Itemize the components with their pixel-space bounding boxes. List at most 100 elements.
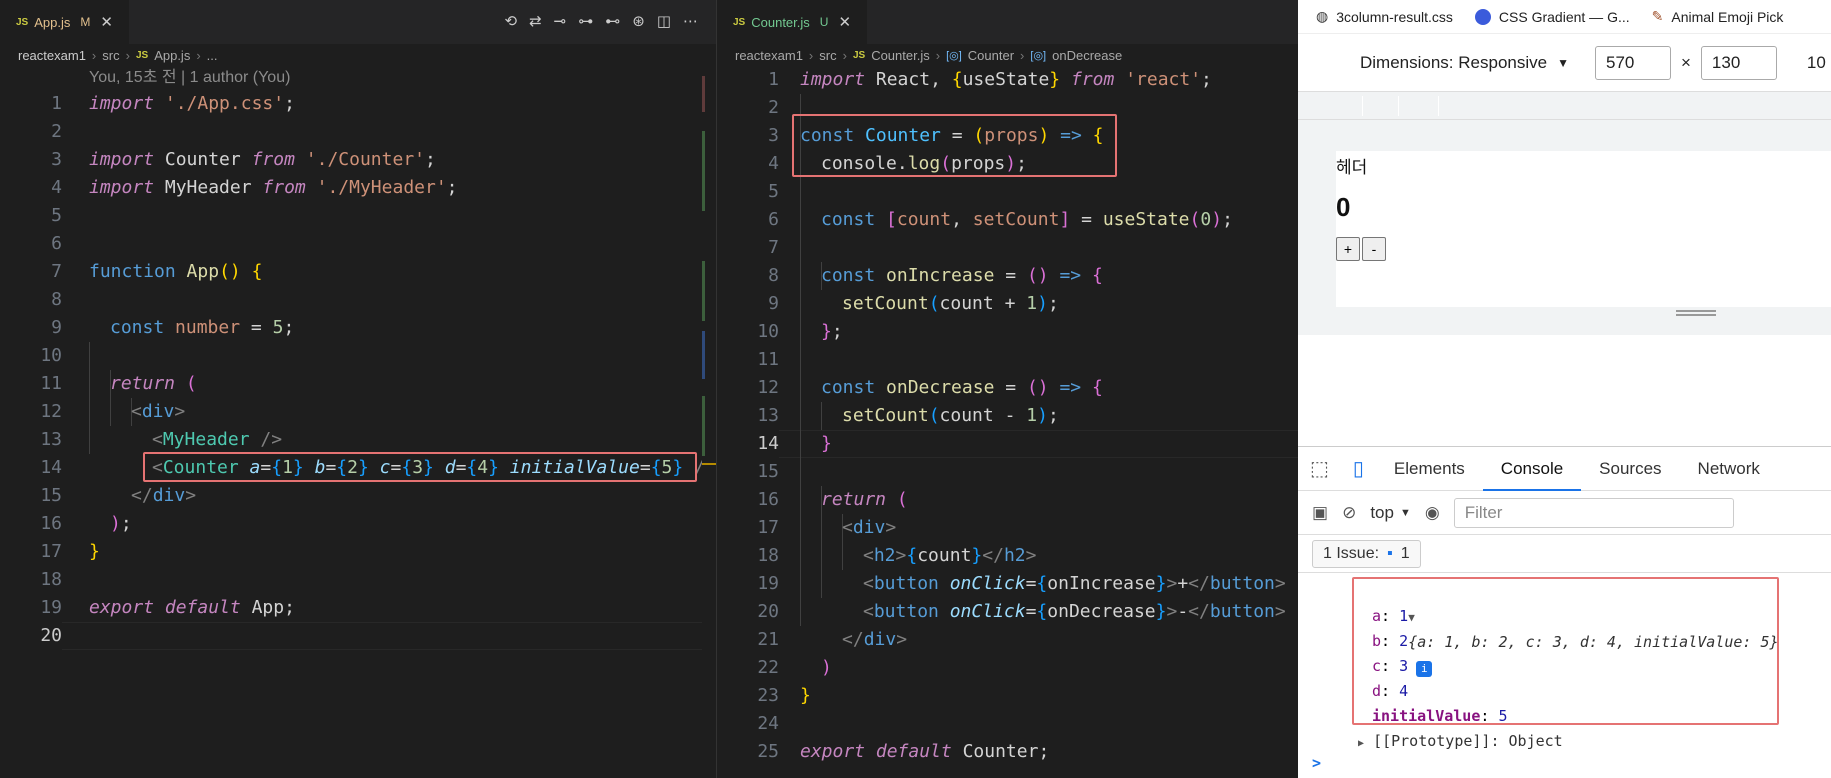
devtools-tabs: ⬚ ▯ Elements Console Sources Network — [1298, 447, 1831, 491]
code-line: }; — [821, 321, 843, 342]
sidebar-toggle-icon[interactable]: ▣ — [1312, 503, 1328, 523]
close-icon[interactable]: ✕ — [100, 13, 113, 31]
dimensions-select[interactable]: Dimensions: Responsive — [1360, 53, 1547, 73]
bookmark-item[interactable]: ✎ Animal Emoji Pick — [1652, 8, 1784, 25]
eye-icon[interactable]: ◉ — [1425, 503, 1440, 523]
bookmark-item[interactable]: ◍ 3column-result.css — [1316, 8, 1453, 25]
caret-down-icon[interactable]: ▼ — [1557, 56, 1569, 70]
chevron-right-icon: › — [91, 47, 97, 63]
code-area[interactable]: 1 2 3 4 5 6 7 8 9 10 11 12 13 14 15 16 1… — [717, 66, 1298, 766]
compare-changes-icon[interactable]: ⇄ — [529, 12, 542, 30]
resize-handle[interactable] — [1676, 310, 1716, 316]
code-line: const [count, setCount] = useState(0); — [821, 209, 1233, 230]
pencil-icon: ✎ — [1651, 8, 1664, 24]
code-area[interactable]: 1 2 3 4 5 6 7 8 9 10 11 12 13 14 15 16 1… — [0, 90, 716, 778]
counter-js-editor[interactable]: JS Counter.js U ✕ reactexam1 › src › JS … — [716, 0, 1298, 778]
tab-label: Counter.js — [751, 14, 810, 30]
close-icon[interactable]: ✕ — [838, 13, 851, 31]
chevron-right-icon: › — [935, 47, 941, 63]
browser-window[interactable]: ◍ 3column-result.css CSS Gradient — G...… — [1298, 0, 1831, 778]
clear-console-icon[interactable]: ⊘ — [1342, 503, 1356, 523]
code-line: <button onClick={onDecrease}>-</button> — [863, 601, 1286, 622]
bookmarks-bar: ◍ 3column-result.css CSS Gradient — G...… — [1298, 0, 1831, 34]
variable-icon: [◎] — [946, 49, 962, 62]
code-line: <div> — [131, 401, 186, 422]
rendered-page: 헤더 0 + - — [1336, 151, 1831, 307]
chevron-right-icon: › — [808, 47, 814, 63]
zoom-label[interactable]: 10 — [1807, 53, 1826, 73]
code-line: const number = 5; — [110, 317, 295, 338]
breadcrumb-symbol[interactable]: onDecrease — [1052, 48, 1122, 63]
tab-bar: JS Counter.js U ✕ — [717, 0, 1298, 44]
code-line: setCount(count - 1); — [842, 405, 1059, 426]
times-label: × — [1680, 52, 1691, 72]
count-heading: 0 — [1336, 192, 1351, 222]
breadcrumb-file[interactable]: App.js — [154, 48, 190, 63]
height-input[interactable]: 130 — [1700, 45, 1777, 80]
width-input[interactable]: 570 — [1594, 45, 1671, 80]
code-line: } — [821, 433, 832, 454]
code-line: import React, {useState} from 'react'; — [800, 69, 1212, 90]
console-prompt[interactable]: > — [1312, 751, 1321, 776]
code-line: import MyHeader from './MyHeader'; — [89, 177, 458, 198]
breadcrumb-folder[interactable]: src — [819, 48, 836, 63]
prototype-row[interactable]: ▶ [[Prototype]]: Object — [1358, 729, 1563, 756]
tab-elements[interactable]: Elements — [1376, 447, 1483, 491]
code-line: <button onClick={onIncrease}>+</button> — [863, 573, 1286, 594]
code-line: } — [89, 541, 100, 562]
previous-change-icon[interactable]: ⊶ — [578, 12, 593, 30]
tab-label: App.js — [34, 14, 71, 30]
code-line: import Counter from './Counter'; — [89, 149, 436, 170]
devtools-panel: ⬚ ▯ Elements Console Sources Network ▣ ⊘… — [1298, 446, 1831, 778]
js-file-icon: JS — [733, 16, 746, 28]
tab-sources[interactable]: Sources — [1581, 447, 1679, 491]
media-query-ruler[interactable] — [1298, 92, 1831, 120]
inspect-icon[interactable]: ⬚ — [1298, 456, 1341, 481]
more-actions-icon[interactable]: ⋯ — [683, 12, 698, 30]
code-line: export default App; — [89, 597, 295, 618]
git-lens-icon[interactable]: ⊛ — [632, 12, 645, 30]
code-line: return ( — [110, 373, 197, 394]
decrease-button[interactable]: - — [1362, 237, 1386, 261]
app-js-editor[interactable]: JS App.js M ✕ ⟲ ⇄ ⊸ ⊶ ⊷ ⊛ ◫ ⋯ reactexam1… — [0, 0, 716, 778]
breadcrumb-tail[interactable]: ... — [207, 48, 218, 63]
message-icon: ▪ — [1387, 544, 1393, 562]
filter-input[interactable]: Filter — [1453, 497, 1734, 528]
bookmark-item[interactable]: CSS Gradient — G... — [1474, 8, 1630, 25]
tab-counter-js[interactable]: JS Counter.js U ✕ — [717, 0, 868, 44]
scrollbar[interactable] — [702, 66, 716, 778]
split-editor-icon[interactable]: ◫ — [657, 12, 671, 30]
breadcrumb-root[interactable]: reactexam1 — [18, 48, 86, 63]
chevron-right-icon: › — [125, 47, 130, 63]
increase-button[interactable]: + — [1336, 237, 1360, 261]
code-line: </div> — [842, 629, 908, 650]
tab-app-js[interactable]: JS App.js M ✕ — [0, 0, 129, 44]
highlight-box — [143, 452, 697, 482]
js-file-icon: JS — [16, 16, 29, 28]
breadcrumb: reactexam1 › src › JS App.js › ... — [0, 44, 716, 66]
issues-button[interactable]: 1 Issue: ▪ 1 — [1312, 539, 1421, 568]
codelens-blame[interactable]: You, 15초 전 | 1 author (You) — [0, 66, 716, 90]
highlight-box — [792, 114, 1117, 177]
code-line: return ( — [821, 489, 908, 510]
git-commit-icon[interactable]: ⊸ — [554, 12, 567, 30]
breadcrumb-root[interactable]: reactexam1 — [735, 48, 803, 63]
code-line: ); — [110, 513, 132, 534]
untracked-flag: U — [819, 15, 829, 29]
page-header: 헤더 — [1336, 158, 1368, 177]
timeline-icon[interactable]: ⟲ — [505, 12, 518, 30]
breadcrumb-symbol[interactable]: Counter — [968, 48, 1014, 63]
code-line: import './App.css'; — [89, 93, 295, 114]
current-line-highlight — [779, 430, 1298, 458]
breadcrumb-file[interactable]: Counter.js — [871, 48, 930, 63]
device-toggle-icon[interactable]: ▯ — [1341, 456, 1376, 481]
tab-network[interactable]: Network — [1680, 447, 1778, 491]
context-select[interactable]: top — [1370, 503, 1394, 523]
caret-down-icon[interactable]: ▼ — [1400, 507, 1411, 519]
breadcrumb-folder[interactable]: src — [102, 48, 119, 63]
tab-console[interactable]: Console — [1482, 447, 1582, 491]
code-line: const onDecrease = () => { — [821, 377, 1103, 398]
gradient-icon — [1474, 8, 1491, 25]
code-line: </div> — [131, 485, 197, 506]
next-change-icon[interactable]: ⊷ — [605, 12, 620, 30]
